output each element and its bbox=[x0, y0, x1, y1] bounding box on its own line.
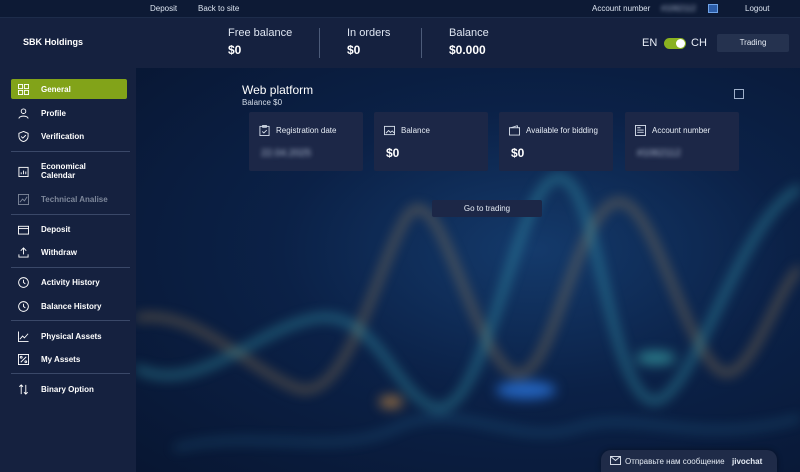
sidebar-divider bbox=[11, 151, 130, 152]
percent-icon bbox=[18, 354, 29, 365]
shield-check-icon bbox=[18, 131, 29, 142]
sidebar-item-label: Balance History bbox=[41, 302, 102, 311]
sidebar-item-label: Deposit bbox=[41, 225, 71, 234]
sidebar-item-label: General bbox=[41, 85, 71, 94]
card-label: Available for bidding bbox=[526, 126, 598, 135]
sidebar-item-binary-option[interactable]: Binary Option bbox=[11, 379, 127, 399]
card-value: $0 bbox=[386, 146, 400, 160]
account-number-value: #1062112 bbox=[661, 4, 696, 13]
calendar-chart-icon bbox=[18, 166, 29, 177]
back-to-site-link[interactable]: Back to site bbox=[198, 4, 239, 13]
go-to-trading-button[interactable]: Go to trading bbox=[432, 200, 542, 217]
sidebar-item-activity-history[interactable]: Activity History bbox=[11, 272, 127, 292]
sidebar-item-deposit[interactable]: Deposit bbox=[11, 219, 127, 239]
sidebar-item-economical-calendar[interactable]: Economical Calendar bbox=[11, 161, 127, 181]
sidebar: General Profile Verification Economical … bbox=[0, 68, 136, 472]
sidebar-item-label: Physical Assets bbox=[41, 332, 102, 341]
sidebar-divider bbox=[11, 267, 130, 268]
top-bar: Deposit Back to site Account number #106… bbox=[0, 0, 800, 18]
chat-prompt: Отправьте нам сообщение bbox=[625, 457, 725, 466]
sidebar-item-technical-analise[interactable]: Technical Analise bbox=[11, 189, 127, 209]
line-chart-icon bbox=[18, 331, 29, 342]
image-icon bbox=[384, 125, 395, 136]
in-orders-label: In orders bbox=[347, 27, 391, 39]
wallet-icon bbox=[509, 125, 520, 136]
page-subtitle: Balance $0 bbox=[242, 98, 283, 107]
grid-icon bbox=[18, 84, 29, 95]
lang-ch-label: CH bbox=[691, 37, 707, 49]
available-for-bidding-card: Available for bidding $0 bbox=[499, 112, 613, 171]
sidebar-item-physical-assets[interactable]: Physical Assets bbox=[11, 326, 127, 346]
card-label: Registration date bbox=[276, 126, 337, 135]
collapse-icon[interactable] bbox=[734, 89, 744, 99]
clock-icon bbox=[18, 277, 29, 288]
copy-icon[interactable] bbox=[708, 4, 718, 13]
upload-icon bbox=[18, 247, 29, 258]
stat-divider bbox=[421, 28, 422, 58]
sidebar-item-label: Economical Calendar bbox=[41, 162, 86, 180]
toggle-knob bbox=[676, 39, 685, 48]
sidebar-divider bbox=[11, 214, 130, 215]
chat-brand: jivochat bbox=[732, 457, 763, 466]
sidebar-item-label: Withdraw bbox=[41, 248, 77, 257]
sidebar-item-withdraw[interactable]: Withdraw bbox=[11, 242, 127, 262]
balance-label: Balance bbox=[449, 27, 489, 39]
wallet-icon bbox=[18, 225, 29, 235]
analysis-icon bbox=[18, 194, 29, 205]
card-value: 22.04.2025 bbox=[261, 148, 312, 159]
envelope-icon bbox=[610, 456, 621, 465]
user-icon bbox=[18, 108, 29, 119]
card-value: $0 bbox=[511, 146, 525, 160]
account-number-card: Account number #1062112 bbox=[625, 112, 739, 171]
sidebar-item-balance-history[interactable]: Balance History bbox=[11, 296, 127, 316]
brand-logo[interactable]: SBK Holdings bbox=[23, 37, 83, 47]
sidebar-item-verification[interactable]: Verification bbox=[11, 126, 127, 146]
clock-icon bbox=[18, 301, 29, 312]
balance-value: $0.000 bbox=[449, 43, 486, 57]
free-balance-label: Free balance bbox=[228, 27, 293, 39]
balance-card: Balance $0 bbox=[374, 112, 488, 171]
free-balance-stat: Free balance $0 bbox=[228, 27, 292, 57]
sidebar-item-label: Profile bbox=[41, 109, 66, 118]
lang-en-label: EN bbox=[642, 37, 658, 49]
card-label: Balance bbox=[401, 126, 430, 135]
sidebar-divider bbox=[11, 373, 130, 374]
language-toggle[interactable] bbox=[664, 38, 686, 49]
logout-link[interactable]: Logout bbox=[745, 4, 769, 13]
sidebar-item-label: Technical Analise bbox=[41, 195, 108, 204]
in-orders-value: $0 bbox=[347, 43, 361, 57]
account-number-label: Account number bbox=[592, 4, 651, 13]
card-value: #1062112 bbox=[637, 148, 681, 159]
trading-button[interactable]: Trading bbox=[717, 34, 789, 52]
sidebar-item-label: Binary Option bbox=[41, 385, 94, 394]
sidebar-item-label: My Assets bbox=[41, 355, 81, 364]
sidebar-item-profile[interactable]: Profile bbox=[11, 103, 127, 123]
sidebar-divider bbox=[11, 320, 130, 321]
in-orders-stat: In orders $0 bbox=[347, 27, 390, 57]
stat-divider bbox=[319, 28, 320, 58]
balance-stat: Balance $0.000 bbox=[449, 27, 489, 57]
card-label: Account number bbox=[652, 126, 711, 135]
chat-widget[interactable]: Отправьте нам сообщение jivochat bbox=[601, 450, 777, 472]
sidebar-item-general[interactable]: General bbox=[11, 79, 127, 99]
registration-date-card: Registration date 22.04.2025 bbox=[249, 112, 363, 171]
sidebar-item-label: Activity History bbox=[41, 278, 100, 287]
swap-arrows-icon bbox=[19, 384, 28, 395]
main-content: Web platform Balance $0 Registration dat… bbox=[136, 68, 800, 472]
page-title: Web platform bbox=[242, 83, 314, 97]
sidebar-item-my-assets[interactable]: My Assets bbox=[11, 349, 127, 369]
deposit-link[interactable]: Deposit bbox=[150, 4, 177, 13]
free-balance-value: $0 bbox=[228, 43, 242, 57]
sidebar-item-label: Verification bbox=[41, 132, 85, 141]
document-icon bbox=[635, 125, 646, 136]
clipboard-check-icon bbox=[259, 125, 270, 136]
header: SBK Holdings Free balance $0 In orders $… bbox=[0, 18, 800, 68]
